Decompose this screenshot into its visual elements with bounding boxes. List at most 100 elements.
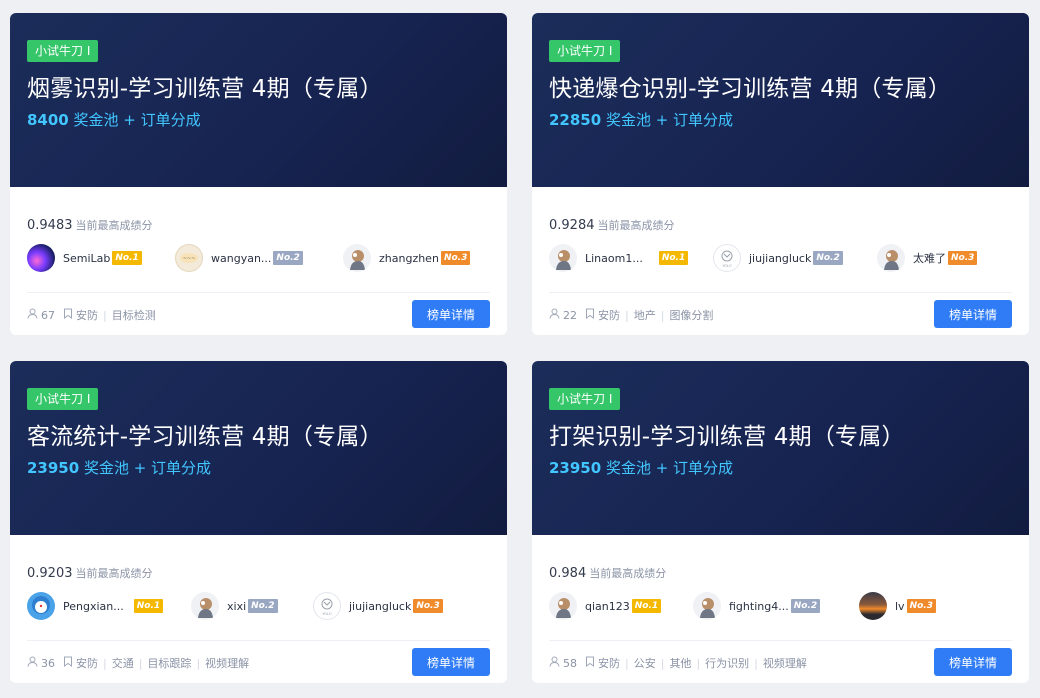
category-tag[interactable]: 地产 — [634, 307, 656, 323]
ranker-name[interactable]: 太难了 — [913, 250, 946, 266]
leaderboard-detail-button[interactable]: 榜单详情 — [934, 300, 1012, 328]
ranker-name[interactable]: wangyan... — [211, 252, 271, 265]
competition-title[interactable]: 客流统计-学习训练营 4期（专属） — [27, 421, 383, 453]
category-tag[interactable]: 交通 — [112, 655, 134, 671]
participant-count: 22 — [549, 308, 577, 322]
ranker-name[interactable]: Pengxian... — [63, 600, 124, 613]
ranker-1[interactable]: qian123 No.1 — [549, 591, 662, 621]
divider — [27, 292, 490, 293]
level-tag: 小试牛刀 Ⅰ — [549, 388, 621, 410]
competition-card-grid: 小试牛刀 Ⅰ 烟雾识别-学习训练营 4期（专属） 8400 奖金池 + 订单分成… — [0, 0, 1040, 698]
ranker-1[interactable]: SemiLab No.1 — [27, 243, 142, 273]
avatar[interactable] — [549, 244, 577, 272]
category-tag[interactable]: 视频理解 — [763, 655, 807, 671]
competition-card[interactable]: 小试牛刀 Ⅰ 快递爆仓识别-学习训练营 4期（专属） 22850 奖金池 + 订… — [532, 13, 1029, 335]
ranker-2[interactable]: YOLO jiujiangluck No.2 — [713, 243, 843, 273]
category-tag[interactable]: 安防 — [598, 307, 620, 323]
avatar[interactable] — [343, 244, 371, 272]
ranker-3[interactable]: 太难了 No.3 — [877, 243, 978, 273]
ranker-name[interactable]: zhangzhen — [379, 252, 439, 265]
rank-badge: No.3 — [440, 251, 471, 265]
prize-pool: 23950 奖金池 + 订单分成 — [549, 457, 733, 479]
card-meta: 58 安防 | 公安 | 其他 | 行为识别 | 视频理解 — [549, 655, 807, 671]
ranker-name[interactable]: fighting4... — [729, 600, 789, 613]
prize-amount: 22850 — [549, 111, 602, 129]
competition-title[interactable]: 打架识别-学习训练营 4期（专属） — [549, 421, 905, 453]
card-banner[interactable]: 小试牛刀 Ⅰ 打架识别-学习训练营 4期（专属） 23950 奖金池 + 订单分… — [532, 361, 1029, 535]
ranker-2[interactable]: ~~~ wangyan... No.2 — [175, 243, 303, 273]
category-tag[interactable]: 行为识别 — [705, 655, 749, 671]
avatar[interactable] — [27, 592, 55, 620]
avatar[interactable]: ~~~ — [175, 244, 203, 272]
category-tag[interactable]: 公安 — [634, 655, 656, 671]
ranker-2[interactable]: xixi No.2 — [191, 591, 278, 621]
top-score: 0.9284 当前最高成绩分 — [549, 217, 675, 233]
user-icon — [350, 250, 365, 270]
competition-card[interactable]: 小试牛刀 Ⅰ 打架识别-学习训练营 4期（专属） 23950 奖金池 + 订单分… — [532, 361, 1029, 683]
leaderboard-top3: Pengxian... No.1 xixi No.2 YOLO jiujiang… — [27, 591, 497, 621]
avatar[interactable] — [191, 592, 219, 620]
leaderboard-detail-button[interactable]: 榜单详情 — [412, 300, 490, 328]
avatar[interactable] — [27, 244, 55, 272]
rank-badge: No.2 — [790, 599, 821, 613]
category-tag[interactable]: 图像分割 — [669, 307, 713, 323]
competition-card[interactable]: 小试牛刀 Ⅰ 客流统计-学习训练营 4期（专属） 23950 奖金池 + 订单分… — [10, 361, 507, 683]
rank-badge: No.1 — [112, 251, 142, 265]
avatar[interactable] — [693, 592, 721, 620]
rank-badge: No.3 — [413, 599, 443, 613]
top-score-value: 0.9203 — [27, 566, 73, 581]
category-tag[interactable]: 目标检测 — [112, 307, 156, 323]
separator: | — [138, 656, 143, 670]
ranker-3[interactable]: YOLO jiujiangluck No.3 — [313, 591, 443, 621]
competition-title[interactable]: 烟雾识别-学习训练营 4期（专属） — [27, 73, 383, 105]
avatar[interactable] — [549, 592, 577, 620]
prize-amount: 8400 — [27, 111, 69, 129]
category-tag[interactable]: 安防 — [76, 655, 98, 671]
prize-amount: 23950 — [549, 459, 602, 477]
ranker-name[interactable]: lv — [895, 600, 905, 613]
leaderboard-top3: Linaom1... No.1 YOLO jiujiangluck No.2 太… — [549, 243, 1019, 273]
participant-count: 58 — [549, 656, 577, 670]
leaderboard-detail-button[interactable]: 榜单详情 — [412, 648, 490, 676]
ranker-name[interactable]: Linaom1... — [585, 252, 643, 265]
category-tag[interactable]: 目标跟踪 — [147, 655, 191, 671]
bookmark-icon — [585, 656, 595, 670]
ranker-name[interactable]: jiujiangluck — [749, 252, 811, 265]
card-banner[interactable]: 小试牛刀 Ⅰ 烟雾识别-学习训练营 4期（专属） 8400 奖金池 + 订单分成 — [10, 13, 507, 187]
bookmark-icon — [585, 308, 595, 322]
card-banner[interactable]: 小试牛刀 Ⅰ 客流统计-学习训练营 4期（专属） 23950 奖金池 + 订单分… — [10, 361, 507, 535]
participant-number: 67 — [41, 308, 55, 322]
ranker-2[interactable]: fighting4... No.2 — [693, 591, 821, 621]
top-score-value: 0.984 — [549, 566, 587, 581]
ranker-1[interactable]: Linaom1... No.1 — [549, 243, 689, 273]
category-tag[interactable]: 安防 — [598, 655, 620, 671]
divider — [27, 640, 490, 641]
competition-title[interactable]: 快递爆仓识别-学习训练营 4期（专属） — [549, 73, 951, 105]
ranker-name[interactable]: qian123 — [585, 600, 630, 613]
participant-count: 36 — [27, 656, 55, 670]
separator: | — [696, 656, 701, 670]
avatar[interactable] — [859, 592, 887, 620]
leaderboard-detail-button[interactable]: 榜单详情 — [934, 648, 1012, 676]
participant-number: 22 — [563, 308, 577, 322]
rank-badge: No.2 — [248, 599, 278, 613]
avatar[interactable]: YOLO — [313, 592, 341, 620]
ranker-3[interactable]: zhangzhen No.3 — [343, 243, 471, 273]
avatar[interactable] — [877, 244, 905, 272]
card-banner[interactable]: 小试牛刀 Ⅰ 快递爆仓识别-学习训练营 4期（专属） 22850 奖金池 + 订… — [532, 13, 1029, 187]
ranker-1[interactable]: Pengxian... No.1 — [27, 591, 164, 621]
rank-badge: No.2 — [813, 251, 843, 265]
bookmark-icon — [63, 656, 73, 670]
participant-number: 58 — [563, 656, 577, 670]
prize-text: 奖金池 + 订单分成 — [79, 459, 212, 477]
ranker-3[interactable]: lv No.3 — [859, 591, 936, 621]
category-tag[interactable]: 其他 — [669, 655, 691, 671]
ranker-name[interactable]: SemiLab — [63, 252, 110, 265]
category-tag[interactable]: 视频理解 — [205, 655, 249, 671]
category-tag[interactable]: 安防 — [76, 307, 98, 323]
competition-card[interactable]: 小试牛刀 Ⅰ 烟雾识别-学习训练营 4期（专属） 8400 奖金池 + 订单分成… — [10, 13, 507, 335]
ranker-name[interactable]: xixi — [227, 600, 246, 613]
avatar[interactable]: YOLO — [713, 244, 741, 272]
ranker-name[interactable]: jiujiangluck — [349, 600, 411, 613]
prize-text: 奖金池 + 订单分成 — [601, 459, 734, 477]
